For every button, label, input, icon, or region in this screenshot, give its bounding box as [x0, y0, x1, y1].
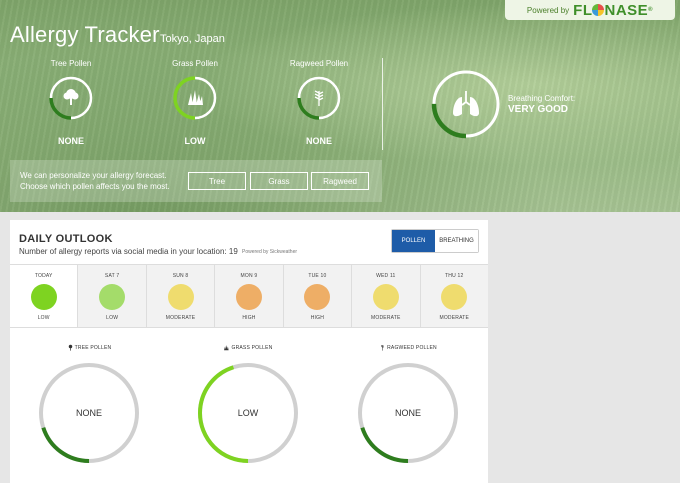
day-tabs: TODAY LOW SAT 7 LOW SUN 8 MODERATE MON 9…: [10, 264, 488, 328]
grass-pollen-indicator: Grass Pollen LOW: [155, 59, 235, 146]
breathing-value: VERY GOOD: [508, 104, 569, 115]
lungs-icon: [453, 91, 479, 117]
choose-tree-button[interactable]: Tree: [188, 172, 246, 190]
pollen-label: Ragweed Pollen: [289, 59, 349, 68]
day-tab-wed[interactable]: WED 11 MODERATE: [351, 265, 420, 327]
day-level-dot: [235, 284, 262, 310]
detail-label: RAGWEED POLLEN: [353, 344, 463, 351]
day-level: MODERATE: [371, 315, 401, 321]
outlook-subtitle: Number of allergy reports via social med…: [19, 247, 238, 256]
day-level-dot: [441, 284, 468, 310]
day-name: THU 12: [445, 273, 464, 279]
detail-ring: NONE: [356, 361, 460, 465]
tree-pollen-detail: TREE POLLEN NONE: [34, 344, 144, 465]
pollen-level: NONE: [57, 136, 84, 146]
outlook-title: DAILY OUTLOOK: [19, 233, 113, 245]
toggle-pollen[interactable]: POLLEN: [392, 230, 435, 252]
day-name: SUN 8: [172, 273, 189, 279]
day-level-dot: [304, 284, 331, 310]
personalize-text: We can personalize your allergy forecast…: [20, 171, 170, 191]
day-level-dot: [30, 284, 57, 310]
detail-value: NONE: [394, 408, 421, 418]
detail-value: NONE: [75, 408, 102, 418]
header-divider: [382, 58, 383, 150]
ragweed-pollen-indicator: Ragweed Pollen NONE: [279, 59, 359, 146]
day-level-dot: [372, 284, 399, 310]
day-tab-thu[interactable]: THU 12 MODERATE: [419, 265, 488, 327]
grass-icon: [224, 345, 230, 351]
pollen-level: LOW: [184, 136, 206, 146]
app-title: Allergy Tracker: [10, 22, 160, 47]
choose-grass-button[interactable]: Grass: [250, 172, 308, 190]
day-tab-tue[interactable]: TUE 10 HIGH: [282, 265, 352, 327]
brand-logo: FL NASE®: [573, 1, 654, 19]
day-level: HIGH: [310, 315, 325, 321]
day-tab-sat[interactable]: SAT 7 LOW: [77, 265, 146, 327]
view-toggle: POLLEN BREATHING: [391, 229, 479, 253]
sponsor-text: Powered by: [526, 5, 570, 15]
pollen-label: Tree Pollen: [50, 59, 92, 68]
day-tab-today[interactable]: TODAY LOW: [10, 265, 78, 327]
tree-icon: [63, 89, 79, 105]
choose-ragweed-button[interactable]: Ragweed: [311, 172, 369, 190]
toggle-breathing[interactable]: BREATHING: [435, 230, 478, 252]
day-level: MODERATE: [439, 315, 470, 321]
detail-label: GRASS POLLEN: [193, 344, 303, 351]
day-level: MODERATE: [165, 315, 196, 321]
personalize-panel: We can personalize your allergy forecast…: [10, 160, 382, 202]
flower-icon: [592, 3, 605, 16]
hero-banner: Allergy Tracker Tokyo, Japan Powered by …: [0, 0, 680, 212]
breathing-label: Breathing Comfort:: [508, 94, 576, 103]
day-name: SAT 7: [104, 273, 120, 279]
daily-outlook-card: DAILY OUTLOOK Number of allergy reports …: [10, 220, 488, 483]
day-tab-mon[interactable]: MON 9 HIGH: [214, 265, 283, 327]
pollen-level: NONE: [305, 136, 332, 146]
day-name: TUE 10: [308, 273, 327, 279]
detail-ring: LOW: [196, 361, 300, 465]
day-name: TODAY: [34, 273, 53, 279]
day-level-dot: [99, 284, 126, 310]
sponsor-badge[interactable]: Powered by FL NASE®: [505, 0, 675, 20]
detail-label: TREE POLLEN: [34, 344, 144, 351]
ragweed-icon: [314, 90, 324, 106]
powered-by-label: Powered by Sickweather: [242, 249, 298, 255]
ragweed-pollen-detail: RAGWEED POLLEN NONE: [353, 344, 463, 465]
detail-value: LOW: [237, 408, 259, 418]
day-level: HIGH: [242, 315, 256, 321]
grass-icon: [188, 90, 203, 105]
tree-icon: [68, 344, 72, 351]
day-level: LOW: [106, 315, 119, 321]
breathing-ring: [430, 68, 502, 140]
day-name: MON 9: [240, 273, 258, 279]
pollen-ring: [296, 75, 342, 121]
day-level-dot: [167, 284, 194, 310]
day-level: LOW: [37, 315, 50, 321]
grass-pollen-detail: GRASS POLLEN LOW: [193, 344, 303, 465]
detail-ring: NONE: [37, 361, 141, 465]
ragweed-icon: [381, 345, 385, 351]
pollen-ring: [172, 75, 218, 121]
day-tab-sun[interactable]: SUN 8 MODERATE: [145, 265, 215, 327]
pollen-label: Grass Pollen: [172, 59, 218, 68]
location-label: Tokyo, Japan: [160, 33, 225, 45]
day-name: WED 11: [376, 273, 396, 279]
tree-pollen-indicator: Tree Pollen NONE: [31, 59, 111, 146]
pollen-ring: [48, 75, 94, 121]
